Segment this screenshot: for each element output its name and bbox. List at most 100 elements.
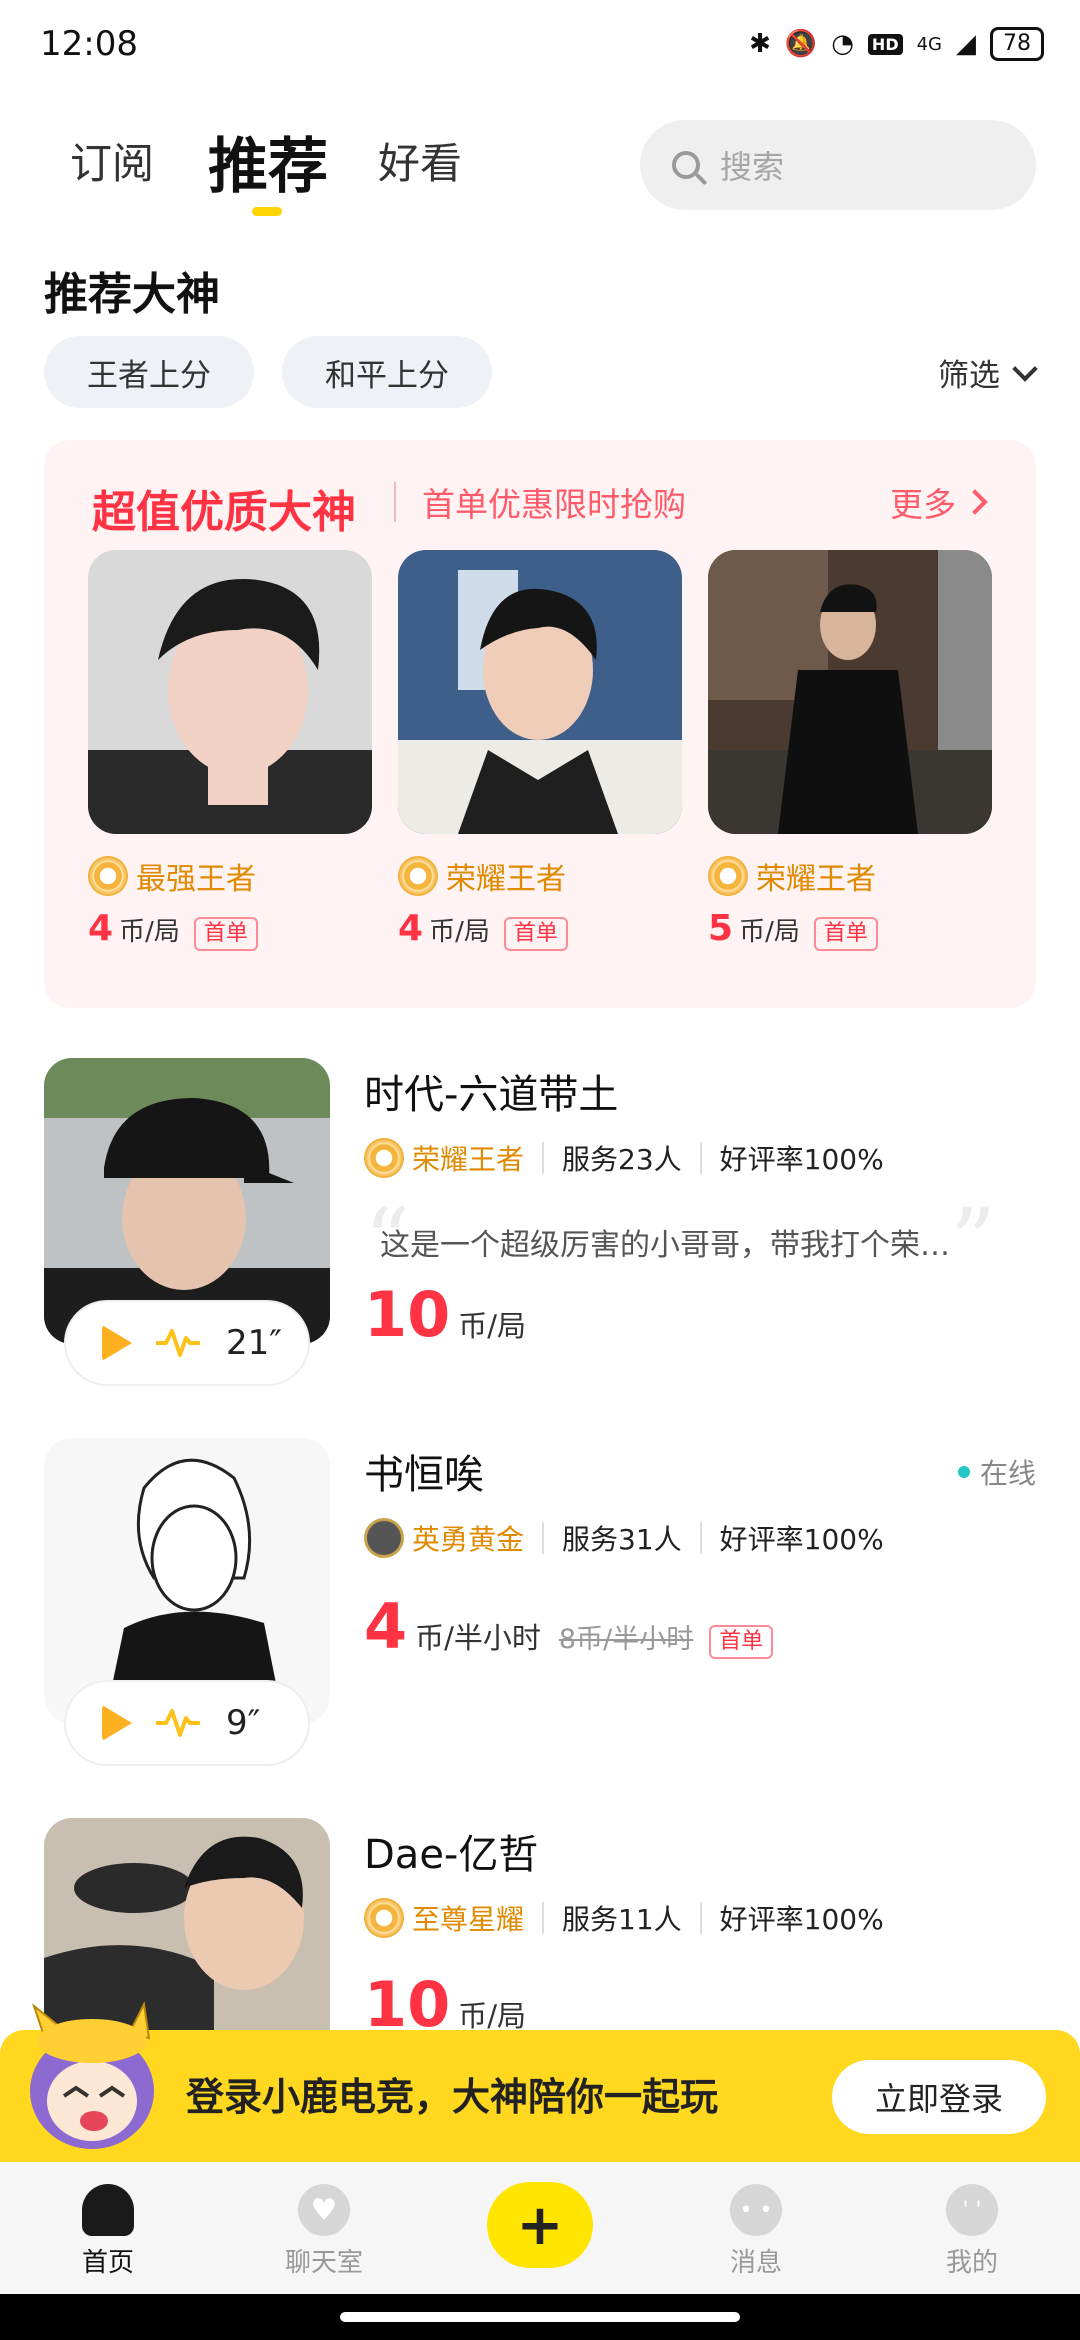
price-unit: 币/局	[429, 917, 490, 947]
player-name: Dae-亿哲	[364, 1832, 539, 1878]
price-value: 4	[364, 1590, 408, 1663]
tab-good-looking[interactable]: 好看	[378, 130, 462, 191]
player-meta: 至尊星耀 服务11人 好评率100%	[364, 1898, 884, 1938]
rank-label: 英勇黄金	[412, 1523, 525, 1556]
online-label: 在线	[979, 1457, 1036, 1490]
nav-home[interactable]: 首页	[8, 2162, 208, 2279]
chip-wangzhe[interactable]: 王者上分	[44, 336, 254, 408]
divider	[699, 1142, 702, 1174]
home-indicator[interactable]	[340, 2312, 740, 2322]
message-icon: • •	[730, 2184, 782, 2236]
search-icon	[672, 151, 700, 179]
player-list-item[interactable]: 21″ 时代-六道带土 荣耀王者 服务23人 好评率100% “ 这是一个超级厉…	[44, 1058, 1044, 1398]
mute-icon: 🔕	[784, 29, 818, 59]
player-list-item[interactable]: Dae-亿哲 至尊星耀 服务11人 好评率100% 10 币/局	[44, 1818, 1044, 2030]
filter-dropdown[interactable]: 筛选	[938, 350, 1038, 395]
promo-player-card[interactable]: 荣耀王者 5 币/局 首单	[708, 550, 992, 951]
hd-icon: HD	[867, 33, 903, 55]
filter-label: 筛选	[938, 358, 1000, 394]
promo-player-card[interactable]: 最强王者 4 币/局 首单	[88, 550, 372, 951]
rating: 好评率100%	[719, 1523, 884, 1556]
search-placeholder: 搜索	[720, 148, 785, 186]
network-label: 4G	[916, 33, 942, 55]
player-price: 10 币/局	[364, 1278, 526, 1351]
rating: 好评率100%	[719, 1143, 884, 1176]
player-review-quote: “ 这是一个超级厉害的小哥哥，带我打个荣… ”	[364, 1197, 1034, 1287]
chevron-down-icon	[1012, 355, 1038, 382]
rank-label: 荣耀王者	[412, 1143, 525, 1176]
promo-more-label: 更多	[890, 485, 956, 524]
nav-messages[interactable]: • • 消息	[656, 2162, 856, 2279]
banner-text: 登录小鹿电竞，大神陪你一起玩	[186, 2075, 719, 2119]
rating: 好评率100%	[719, 1903, 884, 1936]
promo-divider	[394, 482, 396, 522]
promo-card: 超值优质大神 首单优惠限时抢购 更多 最强王者 4 币/局 首单 荣耀王者 4 …	[44, 440, 1036, 1008]
deer-mascot-icon	[30, 2000, 154, 2149]
player-rank: 英勇黄金	[364, 1518, 524, 1558]
nav-chatroom[interactable]: ♥ 聊天室	[224, 2162, 424, 2279]
audio-wave-icon	[156, 1709, 200, 1737]
profile-icon: ' '	[946, 2184, 998, 2236]
player-meta: 荣耀王者 服务23人 好评率100%	[364, 1138, 884, 1178]
divider	[542, 1142, 545, 1174]
play-icon	[102, 1325, 132, 1361]
price-value: 4	[88, 908, 114, 949]
player-photo	[708, 550, 992, 834]
price-value: 10	[364, 1968, 451, 2030]
first-order-badge: 首单	[193, 917, 258, 951]
player-rank: 最强王者	[88, 854, 372, 898]
nav-mine-label: 我的	[945, 2248, 998, 2278]
original-price: 8币/半小时	[558, 1624, 694, 1655]
promo-player-card[interactable]: 荣耀王者 4 币/局 首单	[398, 550, 682, 951]
audio-wave-icon	[156, 1329, 200, 1357]
rank-medal-icon	[708, 856, 748, 896]
login-button[interactable]: 立即登录	[832, 2060, 1046, 2134]
player-name: 时代-六道带土	[364, 1072, 619, 1118]
served-count: 服务23人	[562, 1143, 682, 1176]
voice-duration: 21″	[226, 1323, 282, 1363]
player-rank: 荣耀王者	[364, 1138, 524, 1178]
play-icon	[102, 1705, 132, 1741]
player-price: 4 币/局 首单	[398, 908, 682, 951]
price-unit: 币/局	[119, 917, 180, 947]
tab-recommend[interactable]: 推荐	[208, 118, 328, 205]
player-photo	[88, 550, 372, 834]
rank-medal-icon	[364, 1898, 404, 1938]
player-price: 10 币/局	[364, 1968, 526, 2030]
divider	[699, 1902, 702, 1934]
gold-rank-icon	[364, 1518, 404, 1558]
promo-more-link[interactable]: 更多	[890, 478, 988, 526]
price-value: 10	[364, 1278, 451, 1351]
chevron-right-icon	[962, 489, 988, 515]
price-value: 5	[708, 908, 734, 949]
first-order-badge: 首单	[709, 1625, 774, 1659]
first-order-badge: 首单	[503, 917, 568, 951]
player-rank: 至尊星耀	[364, 1898, 524, 1938]
price-unit: 币/半小时	[415, 1621, 541, 1655]
status-bar: 12:08 ✱ 🔕 ◔ HD 4G ◢ 78	[0, 0, 1080, 90]
nav-mine[interactable]: ' ' 我的	[872, 2162, 1072, 2279]
player-rank: 荣耀王者	[398, 854, 682, 898]
voice-duration: 9″	[226, 1703, 261, 1743]
tab-subscribe[interactable]: 订阅	[70, 130, 154, 191]
player-photo	[398, 550, 682, 834]
rank-label: 荣耀王者	[756, 862, 876, 897]
battery-icon: 78	[990, 27, 1044, 61]
search-bar[interactable]: 搜索	[640, 120, 1036, 210]
served-count: 服务31人	[562, 1523, 682, 1556]
chip-heping[interactable]: 和平上分	[282, 336, 492, 408]
player-price: 5 币/局 首单	[708, 908, 992, 951]
status-time: 12:08	[40, 24, 138, 64]
active-tab-indicator	[252, 207, 282, 216]
player-name: 书恒唉	[364, 1452, 484, 1498]
rank-label: 荣耀王者	[446, 862, 566, 897]
price-value: 4	[398, 908, 424, 949]
create-plus-button[interactable]: +	[487, 2182, 593, 2268]
player-list-item[interactable]: 9″ 书恒唉 在线 英勇黄金 服务31人 好评率100% 4 币/半小时 8币/…	[44, 1438, 1044, 1778]
review-text: 这是一个超级厉害的小哥哥，带我打个荣…	[380, 1228, 951, 1263]
rank-medal-icon	[88, 856, 128, 896]
voice-intro-button[interactable]: 9″	[64, 1680, 310, 1766]
voice-intro-button[interactable]: 21″	[64, 1300, 310, 1386]
close-quote-icon: ”	[950, 1189, 997, 1294]
divider	[542, 1522, 545, 1554]
